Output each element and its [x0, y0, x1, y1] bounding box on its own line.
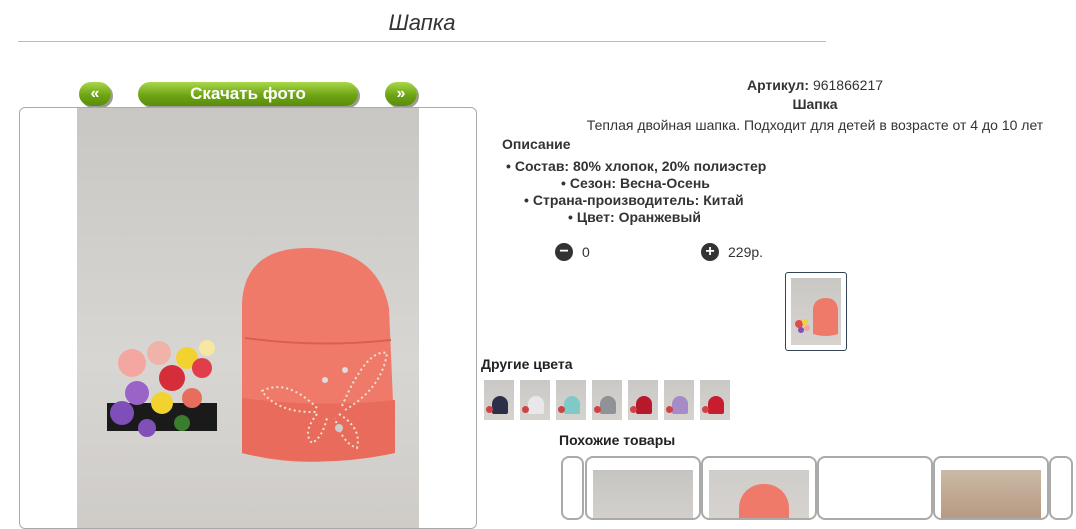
product-photo[interactable]	[77, 108, 419, 528]
minus-circle-icon[interactable]: −	[555, 243, 573, 261]
product-name: Шапка	[792, 96, 838, 112]
description-heading: Описание	[502, 136, 571, 152]
flowers-decoration	[522, 406, 529, 413]
hat-swatch	[708, 396, 724, 414]
next-photo-button[interactable]: »	[385, 82, 417, 106]
similar-product-card[interactable]	[585, 456, 701, 520]
download-photo-button[interactable]: Скачать фото	[138, 82, 358, 106]
article-label: Артикул:	[746, 77, 810, 93]
other-colors-heading: Другие цвета	[481, 356, 573, 372]
similar-product-card[interactable]	[933, 456, 1049, 520]
other-color-thumbnail[interactable]	[592, 380, 622, 420]
similar-product-card[interactable]	[817, 456, 933, 520]
other-color-thumbnail[interactable]	[556, 380, 586, 420]
similar-product-card[interactable]	[701, 456, 817, 520]
flowers-decoration	[630, 406, 637, 413]
similar-products-heading: Похожие товары	[559, 432, 676, 448]
previous-photo-button[interactable]: «	[79, 82, 111, 106]
product-description: Теплая двойная шапка. Подходит для детей…	[586, 117, 1044, 133]
quantity-value: 0	[582, 244, 590, 260]
flowers-decoration	[558, 406, 565, 413]
other-color-thumbnail[interactable]	[484, 380, 514, 420]
other-color-thumbnail[interactable]	[520, 380, 550, 420]
plus-circle-icon[interactable]: +	[701, 243, 719, 261]
hat-swatch	[672, 396, 688, 414]
similar-product-card[interactable]	[561, 456, 584, 520]
other-color-thumbnail[interactable]	[664, 380, 694, 420]
hat-swatch	[528, 396, 544, 414]
hat-swatch	[564, 396, 580, 414]
flowers-decoration	[594, 406, 601, 413]
other-color-thumbnail[interactable]	[628, 380, 658, 420]
price-control: + 229р.	[701, 243, 763, 261]
hat-swatch	[636, 396, 652, 414]
product-photo-frame	[19, 107, 477, 529]
flowers-decoration	[702, 406, 709, 413]
spec-item: • Сезон: Весна-Осень	[561, 175, 710, 191]
product-thumbnail[interactable]	[785, 272, 847, 351]
flowers-decoration	[486, 406, 493, 413]
hat-swatch	[492, 396, 508, 414]
other-color-thumbnail[interactable]	[700, 380, 730, 420]
spec-item: • Страна-производитель: Китай	[524, 192, 744, 208]
title-divider	[18, 41, 826, 42]
quantity-control: − 0	[555, 243, 590, 261]
price-value: 229р.	[728, 244, 764, 260]
article-value: 961866217	[812, 77, 884, 93]
article-line: Артикул: 961866217	[570, 77, 1060, 93]
flowers-decoration	[666, 406, 673, 413]
spec-item: • Состав: 80% хлопок, 20% полиэстер	[506, 158, 767, 174]
spec-item: • Цвет: Оранжевый	[568, 209, 701, 225]
similar-product-card[interactable]	[1049, 456, 1073, 520]
page-title: Шапка	[388, 10, 456, 35]
hat-swatch	[600, 396, 616, 414]
